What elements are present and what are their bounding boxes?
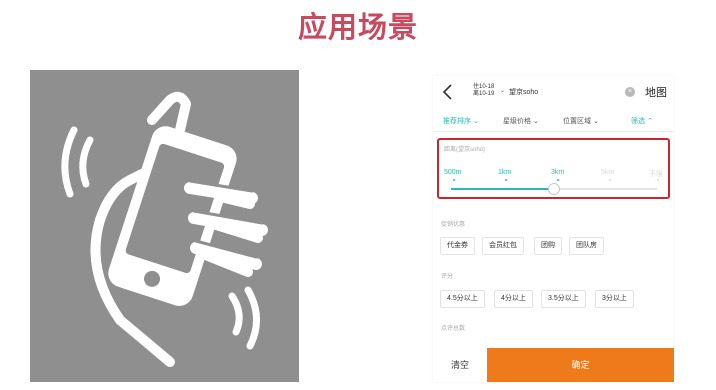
chip-group-room[interactable]: 团队房 <box>569 237 604 255</box>
back-arrow-icon[interactable] <box>442 84 454 100</box>
tick-dot <box>557 179 559 181</box>
distance-option-unlimited[interactable]: 不限 <box>649 169 663 179</box>
filter-tabs: 推荐排序 ⌄ 星级价格 ⌄ 位置区域 ⌄ 筛选 ⌃ <box>433 108 674 132</box>
chip-coupon[interactable]: 代金券 <box>440 237 475 255</box>
promotions-label: 促销优惠 <box>441 222 466 228</box>
date-range[interactable]: 住10-18 离10-19 <box>473 84 494 98</box>
chevron-down-icon: ⌄ <box>472 118 479 125</box>
slide-title: 应用场景 <box>297 10 418 44</box>
chevron-down-icon: ⌄ <box>500 88 506 94</box>
check-out-date: 离10-19 <box>473 91 495 97</box>
search-bar: 住10-18 离10-19 ⌄ 望京soho × 地图 <box>433 76 674 108</box>
tab-filter-label: 筛选 <box>631 118 645 125</box>
tab-sort-label: 推荐排序 <box>443 118 471 125</box>
map-button[interactable]: 地图 <box>645 84 667 100</box>
search-keyword[interactable]: 望京soho <box>509 87 538 97</box>
distance-option-500m[interactable]: 500m <box>444 169 462 176</box>
chip-member-bonus[interactable]: 会员红包 <box>482 237 524 255</box>
chip-rating-4-5[interactable]: 4.5分以上 <box>440 290 485 308</box>
shaking-phone-illustration <box>30 70 299 382</box>
tab-location-label: 位置区域 <box>563 118 591 125</box>
tick-dot <box>505 179 507 181</box>
chip-rating-4[interactable]: 4分以上 <box>494 290 533 308</box>
chip-rating-3-5[interactable]: 3.5分以上 <box>541 290 586 308</box>
slider-fill <box>451 188 554 190</box>
confirm-button[interactable]: 确定 <box>487 348 674 382</box>
clear-search-icon[interactable]: × <box>625 87 635 97</box>
review-count-label: 点评总数 <box>441 326 466 332</box>
tick-dot <box>453 179 455 181</box>
chevron-down-icon: ⌄ <box>592 118 599 125</box>
tab-filter[interactable]: 筛选 ⌃ <box>631 116 653 126</box>
clear-button[interactable]: 清空 <box>433 348 487 382</box>
rating-label: 评分 <box>441 274 454 280</box>
chevron-up-icon: ⌃ <box>646 118 653 125</box>
chevron-down-icon: ⌄ <box>532 118 539 125</box>
tick-dot <box>657 179 659 181</box>
distance-option-1km[interactable]: 1km <box>498 169 511 176</box>
tick-dot <box>609 179 611 181</box>
slider-thumb[interactable] <box>548 183 560 195</box>
check-in-date: 住10-18 <box>473 84 495 90</box>
distance-slider[interactable] <box>451 183 657 195</box>
chip-group-buy[interactable]: 团购 <box>534 237 562 255</box>
tab-star-price-label: 星级价格 <box>503 118 531 125</box>
distance-option-5km[interactable]: 5km <box>601 169 614 176</box>
hotel-filter-screen: 住10-18 离10-19 ⌄ 望京soho × 地图 推荐排序 ⌄ 星级价格 … <box>433 76 674 382</box>
shaking-phone-in-hand-icon <box>61 91 268 367</box>
tab-sort[interactable]: 推荐排序 ⌄ <box>443 116 479 126</box>
tab-location[interactable]: 位置区域 ⌄ <box>563 116 599 126</box>
action-bar: 清空 确定 <box>433 348 674 382</box>
tab-star-price[interactable]: 星级价格 ⌄ <box>503 116 539 126</box>
distance-option-3km[interactable]: 3km <box>551 169 564 176</box>
chip-rating-3[interactable]: 3分以上 <box>595 290 634 308</box>
distance-label: 距离(望京soho) <box>444 147 486 153</box>
distance-filter-highlight: 距离(望京soho) 500m 1km 3km 5km 不限 <box>437 138 670 199</box>
